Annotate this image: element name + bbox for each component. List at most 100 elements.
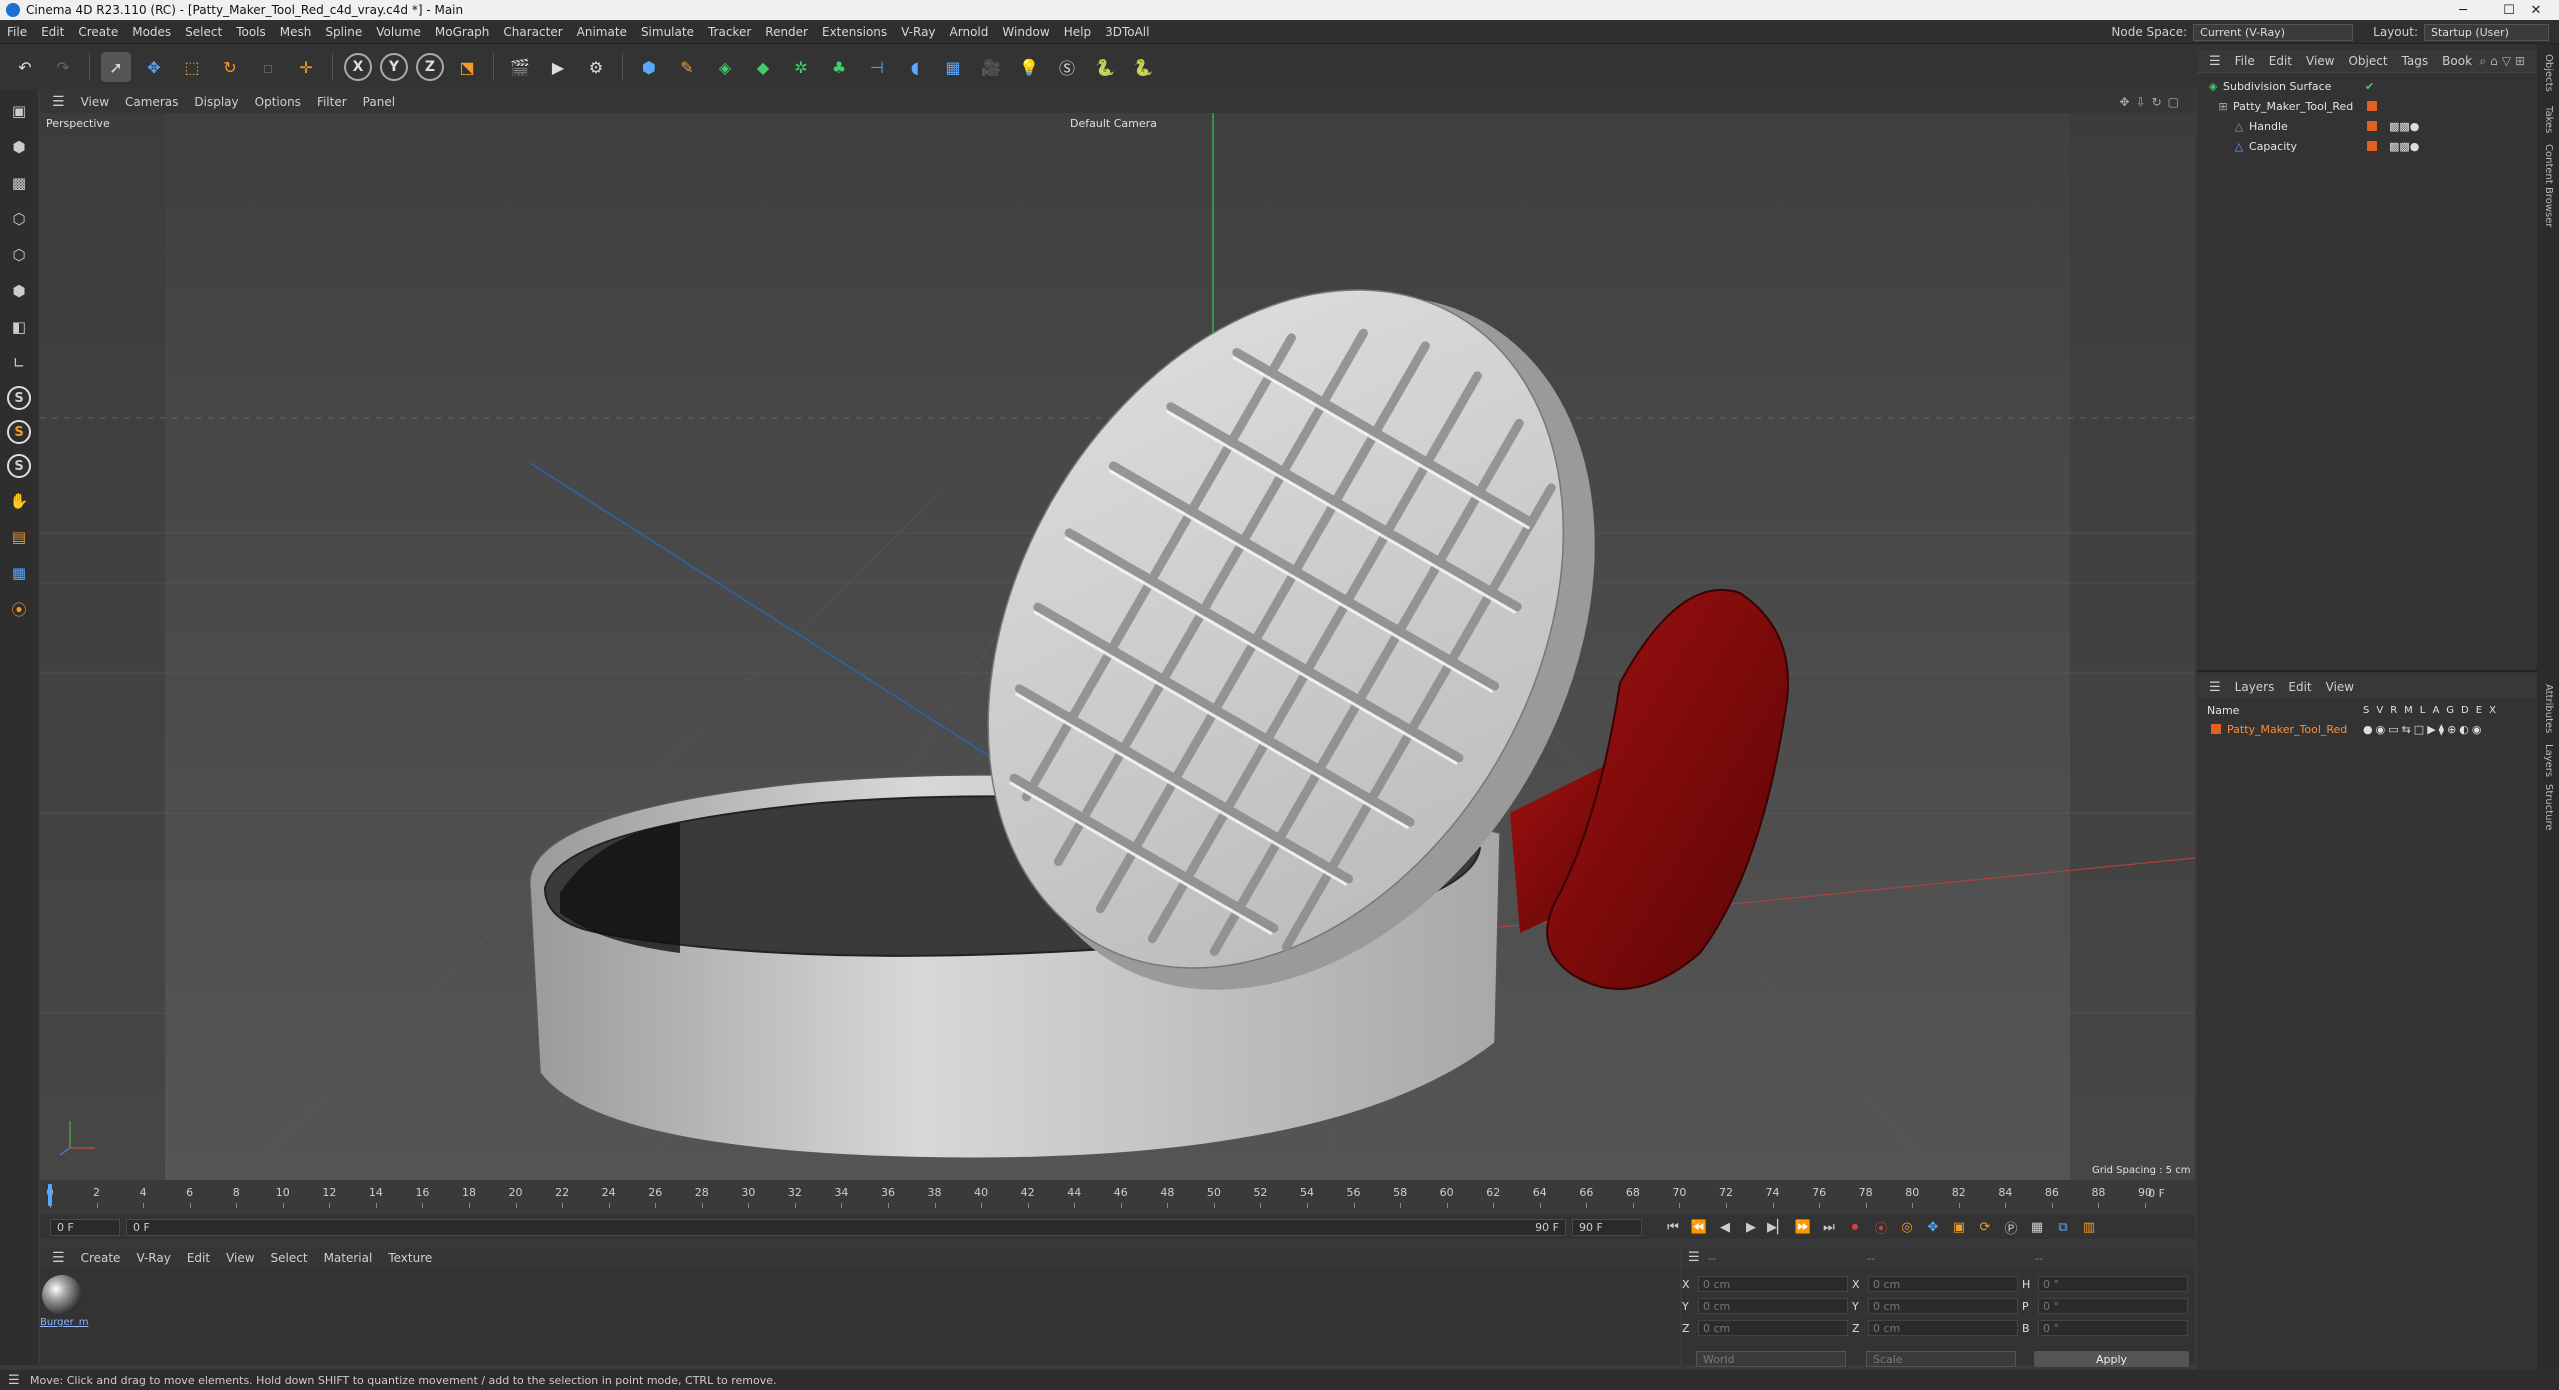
menu-spline[interactable]: Spline <box>318 25 369 39</box>
menu-extensions[interactable]: Extensions <box>815 25 894 39</box>
apply-button[interactable]: Apply <box>2034 1351 2189 1367</box>
menu-edit[interactable]: Edit <box>34 25 71 39</box>
layer-toggle-icons[interactable]: ●◉▭⇆□▶⧫⊕◐◉ <box>2363 723 2485 736</box>
lock-workplane-icon[interactable]: ⦿ <box>5 596 33 622</box>
points-mode-icon[interactable]: ⬡ <box>5 206 33 232</box>
render-region-icon[interactable]: 🎬 <box>505 52 535 82</box>
menu-volume[interactable]: Volume <box>369 25 428 39</box>
tab-layers[interactable]: Layers <box>2543 744 2554 777</box>
field-icon[interactable]: ◖ <box>900 52 930 82</box>
menu-mograph[interactable]: MoGraph <box>428 25 497 39</box>
move-tool-icon[interactable]: ✥ <box>139 52 169 82</box>
rot-b-field[interactable]: 0 ° <box>2038 1320 2188 1336</box>
viewport-menu-display[interactable]: Display <box>194 95 238 109</box>
rotate-tool-icon[interactable]: ↻ <box>215 52 245 82</box>
grid-icon[interactable]: ▦ <box>5 560 33 586</box>
key-param-icon[interactable]: Ⓟ <box>2000 1217 2022 1237</box>
size-z-field[interactable]: 0 cm <box>1868 1320 2018 1336</box>
layer-name[interactable]: Patty_Maker_Tool_Red <box>2227 723 2347 736</box>
rot-h-field[interactable]: 0 ° <box>2038 1276 2188 1292</box>
x-axis-lock-icon[interactable]: X <box>344 53 372 81</box>
menu-select[interactable]: Select <box>178 25 229 39</box>
size-y-field[interactable]: 0 cm <box>1868 1298 2018 1314</box>
layers-menu-view[interactable]: View <box>2326 680 2354 694</box>
material-menu-material[interactable]: Material <box>324 1251 373 1265</box>
coordinate-mode-dropdown[interactable]: World <box>1696 1351 1846 1367</box>
material-menu-select[interactable]: Select <box>271 1251 308 1265</box>
key-rotation-icon[interactable]: ⟳ <box>1974 1217 1996 1237</box>
panel-splitter[interactable] <box>2197 670 2537 672</box>
play-icon[interactable]: ▶ <box>1740 1217 1762 1237</box>
menu-tracker[interactable]: Tracker <box>701 25 758 39</box>
material-menu-view[interactable]: View <box>226 1251 254 1265</box>
coordinates-hamburger-icon[interactable]: ☰ <box>1688 1250 1700 1265</box>
record-icon[interactable]: ⏺ <box>1844 1217 1866 1237</box>
current-frame-field[interactable]: 0 F <box>50 1218 120 1236</box>
objects-menu-edit[interactable]: Edit <box>2269 54 2292 68</box>
viewport-camera-name[interactable]: Default Camera <box>1070 117 1157 130</box>
pen-spline-icon[interactable]: ✎ <box>672 52 702 82</box>
timeline-ruler[interactable]: 0246810121416182022242628303234363840424… <box>40 1182 2195 1208</box>
autokey-icon[interactable]: ⦿ <box>1870 1217 1892 1237</box>
menu-character[interactable]: Character <box>496 25 569 39</box>
pos-y-field[interactable]: 0 cm <box>1698 1298 1848 1314</box>
key-position-icon[interactable]: ✥ <box>1922 1217 1944 1237</box>
layer-color-swatch[interactable] <box>2211 724 2221 734</box>
model-mode-icon[interactable]: ⬢ <box>5 134 33 160</box>
sculpt-icon[interactable]: ✋ <box>5 488 33 514</box>
material-tag-icon[interactable]: ▩▩● <box>2389 120 2419 133</box>
viewport-menu-view[interactable]: View <box>81 95 109 109</box>
material-menu-texture[interactable]: Texture <box>388 1251 432 1265</box>
material-thumbnail[interactable] <box>42 1275 82 1315</box>
tab-structure[interactable]: Structure <box>2543 784 2554 831</box>
object-row-subdivision[interactable]: ◈ Subdivision Surface ✔ <box>2197 76 2537 96</box>
python-icon[interactable]: 🐍 <box>1090 52 1120 82</box>
go-to-start-icon[interactable]: ⏮ <box>1662 1217 1684 1237</box>
material-name[interactable]: Burger_m <box>40 1317 89 1328</box>
material-tag-icon[interactable]: ▩▩● <box>2389 140 2419 153</box>
objects-menu-view[interactable]: View <box>2306 54 2334 68</box>
objects-menu-book[interactable]: Book <box>2442 54 2472 68</box>
camera-icon[interactable]: 🎥 <box>976 52 1006 82</box>
preview-range-slider[interactable]: 0 F 90 F <box>126 1218 1566 1236</box>
tab-attributes[interactable]: Attributes <box>2543 684 2554 733</box>
menu-simulate[interactable]: Simulate <box>634 25 701 39</box>
render-settings-icon[interactable]: ⚙ <box>581 52 611 82</box>
select-tool-icon[interactable]: ➚ <box>101 52 131 82</box>
make-editable-icon[interactable]: ▣ <box>5 98 33 124</box>
step-forward-icon[interactable]: ▶▏ <box>1766 1217 1788 1237</box>
objects-menu-file[interactable]: File <box>2235 54 2255 68</box>
node-space-dropdown[interactable]: Current (V-Ray) <box>2193 23 2354 41</box>
render-view-icon[interactable]: ▶ <box>543 52 573 82</box>
cube-primitive-icon[interactable]: ⬢ <box>634 52 664 82</box>
snap-icon[interactable]: S <box>7 386 31 410</box>
floor-environment-icon[interactable]: ▦ <box>938 52 968 82</box>
menu-tools[interactable]: Tools <box>229 25 273 39</box>
rot-p-field[interactable]: 0 ° <box>2038 1298 2188 1314</box>
viewport-hamburger-icon[interactable]: ☰ <box>52 94 65 110</box>
menu-help[interactable]: Help <box>1057 25 1098 39</box>
axis-mode-icon[interactable]: ∟ <box>5 350 33 376</box>
layers-menu-layers[interactable]: Layers <box>2235 680 2275 694</box>
motion-mode-icon[interactable]: ▥ <box>2078 1217 2100 1237</box>
transform-tool-icon[interactable]: ✛ <box>291 52 321 82</box>
viewport-menu-options[interactable]: Options <box>255 95 301 109</box>
object-row-capacity[interactable]: △ Capacity ▩▩● <box>2197 136 2537 156</box>
menu-render[interactable]: Render <box>758 25 815 39</box>
viewport-menu-cameras[interactable]: Cameras <box>125 95 178 109</box>
workplane-icon[interactable]: ▤ <box>5 524 33 550</box>
end-frame-field[interactable]: 90 F <box>1572 1218 1642 1236</box>
light-icon[interactable]: 💡 <box>1014 52 1044 82</box>
edges-mode-icon[interactable]: ⬡ <box>5 242 33 268</box>
minimize-button[interactable]: ─ <box>2440 0 2486 20</box>
menu-window[interactable]: Window <box>995 25 1056 39</box>
objects-search-icon[interactable]: ⌕⌂▽⊞ <box>2479 54 2529 69</box>
layer-color-swatch[interactable] <box>2367 121 2377 131</box>
next-key-icon[interactable]: ⏩ <box>1792 1217 1814 1237</box>
keyframe-selection-icon[interactable]: ◎ <box>1896 1217 1918 1237</box>
quantize-icon[interactable]: S <box>7 454 31 478</box>
objects-menu-object[interactable]: Object <box>2348 54 2387 68</box>
cloner-icon[interactable]: ✲ <box>786 52 816 82</box>
live-selection-icon[interactable]: ▫ <box>253 52 283 82</box>
objects-menu-tags[interactable]: Tags <box>2402 54 2429 68</box>
